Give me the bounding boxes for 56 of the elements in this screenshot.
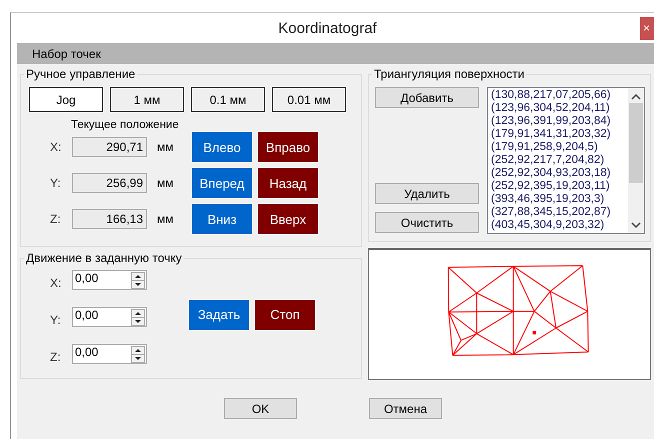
scrollbar[interactable] [628,88,644,233]
list-item[interactable]: (123,96,304,52,204,11) [491,102,628,115]
spin-arrows-icon[interactable] [131,346,145,363]
group-title: Движение в заданную точку [25,251,183,265]
move-button[interactable]: Вверх [258,204,318,234]
delete-button[interactable]: Удалить [375,183,479,204]
step-button[interactable]: 0.1 мм [191,87,265,112]
list-item[interactable]: (403,45,304,9,203,32) [491,219,628,232]
unit-label: мм [156,140,174,154]
scroll-down-icon[interactable] [631,221,641,229]
move-button[interactable]: Влево [192,132,252,162]
close-button[interactable]: × [640,17,654,40]
list-item[interactable]: (130,88,217,07,205,66) [491,89,628,102]
stop-button[interactable]: Стоп [255,300,315,330]
panel-header: Набор точек [32,46,101,60]
clear-button[interactable]: Очистить [375,212,479,233]
list-item[interactable]: (393,46,395,19,203,3) [491,193,628,206]
move-button[interactable]: Вправо [258,132,318,162]
move-button[interactable]: Назад [258,168,318,198]
step-button[interactable]: 0.01 мм [272,87,346,112]
window-title: Koordinatograf [278,20,377,36]
set-button[interactable]: Задать [189,300,249,330]
axis-label: Z: [50,350,62,364]
step-button[interactable]: Jog [29,87,103,112]
caption: Текущее положение [71,119,180,132]
spin-arrows-icon[interactable] [131,272,145,289]
spin-arrows-icon[interactable] [131,309,145,326]
step-button[interactable]: 1 мм [110,87,184,112]
list-item[interactable]: (327,88,345,15,202,87) [491,206,628,219]
position-field: 290,71 [72,137,147,157]
unit-label: мм [156,176,174,190]
number-spin-field[interactable]: 0,00 [72,344,147,364]
list-item[interactable]: (252,92,304,93,203,18) [491,167,628,180]
add-button[interactable]: Добавить [375,87,479,108]
ok-button[interactable]: OK [224,398,297,419]
group-title: Триангуляция поверхности [373,67,526,81]
list-item[interactable]: (179,91,341,31,203,32) [491,128,628,141]
unit-label: мм [156,212,174,226]
scroll-up-icon[interactable] [631,93,641,101]
move-button[interactable]: Вниз [192,204,252,234]
list-item[interactable]: (179,91,258,9,204,5) [491,141,628,154]
list-item[interactable]: (252,92,217,7,204,82) [491,154,628,167]
number-spin-field[interactable]: 0,00 [72,307,147,327]
axis-label: Y: [50,176,62,190]
axis-label: Y: [50,313,62,327]
list-item[interactable]: (123,96,391,99,203,84) [491,115,628,128]
list-item[interactable]: (252,92,395,19,203,11) [491,180,628,193]
cancel-button[interactable]: Отмена [369,398,442,419]
position-field: 166,13 [72,209,147,229]
move-button[interactable]: Вперед [192,168,252,198]
axis-label: X: [50,140,62,154]
number-spin-field[interactable]: 0,00 [72,270,147,290]
axis-label: X: [50,276,62,290]
axis-label: Z: [50,212,62,226]
group-title: Ручное управление [25,67,136,81]
position-field: 256,99 [72,173,147,193]
